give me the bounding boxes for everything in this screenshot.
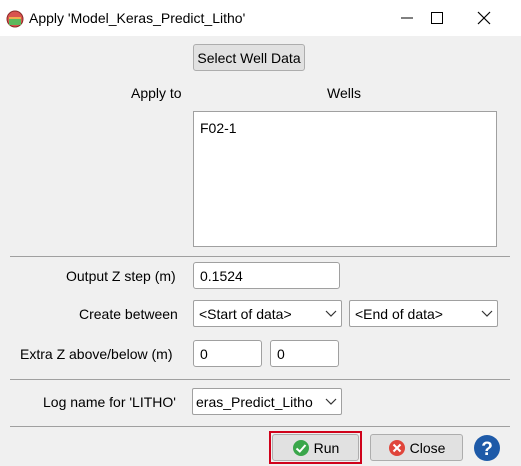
log-name-value: eras_Predict_Litho xyxy=(196,394,313,410)
extra-z-above-input[interactable]: 0 xyxy=(193,340,262,367)
title-bar: Apply 'Model_Keras_Predict_Litho' xyxy=(0,0,521,36)
log-name-label: Log name for 'LITHO' xyxy=(43,394,176,410)
maximize-icon xyxy=(431,12,443,24)
end-of-data-value: <End of data> xyxy=(355,306,443,322)
end-of-data-select[interactable]: <End of data> xyxy=(349,300,498,327)
apply-to-label: Apply to xyxy=(131,85,182,101)
dialog-body: Select Well Data Apply to Wells F02-1 Ou… xyxy=(0,36,521,466)
minimize-icon xyxy=(401,17,413,19)
chevron-down-icon xyxy=(325,310,337,317)
wells-listbox[interactable]: F02-1 xyxy=(193,111,497,247)
log-name-select[interactable]: eras_Predict_Litho xyxy=(192,388,342,415)
output-z-step-label: Output Z step (m) xyxy=(66,268,176,284)
checkmark-icon xyxy=(292,439,309,456)
help-glyph: ? xyxy=(481,439,493,460)
close-button[interactable]: Close xyxy=(370,434,463,461)
window-title: Apply 'Model_Keras_Predict_Litho' xyxy=(29,10,246,26)
maximize-button[interactable] xyxy=(413,0,461,36)
extra-z-label: Extra Z above/below (m) xyxy=(20,346,173,362)
wells-header: Wells xyxy=(327,85,361,101)
output-z-step-input[interactable]: 0.1524 xyxy=(193,262,340,289)
list-item[interactable]: F02-1 xyxy=(200,120,237,136)
separator xyxy=(10,256,510,257)
create-between-label: Create between xyxy=(79,306,178,322)
close-icon xyxy=(477,11,491,25)
run-button[interactable]: Run xyxy=(272,434,359,461)
extra-z-below-input[interactable]: 0 xyxy=(270,340,339,367)
separator xyxy=(10,379,510,380)
chevron-down-icon xyxy=(481,310,493,317)
close-window-button[interactable] xyxy=(460,0,508,36)
select-well-data-button[interactable]: Select Well Data xyxy=(193,44,305,71)
start-of-data-value: <Start of data> xyxy=(199,306,292,322)
separator xyxy=(10,426,510,427)
run-label: Run xyxy=(313,439,340,456)
start-of-data-select[interactable]: <Start of data> xyxy=(193,300,342,327)
cancel-icon xyxy=(388,439,405,456)
help-icon: ? xyxy=(473,434,500,461)
help-button[interactable]: ? xyxy=(472,433,501,462)
chevron-down-icon xyxy=(325,398,337,405)
close-label: Close xyxy=(409,439,446,456)
app-icon xyxy=(6,10,24,28)
